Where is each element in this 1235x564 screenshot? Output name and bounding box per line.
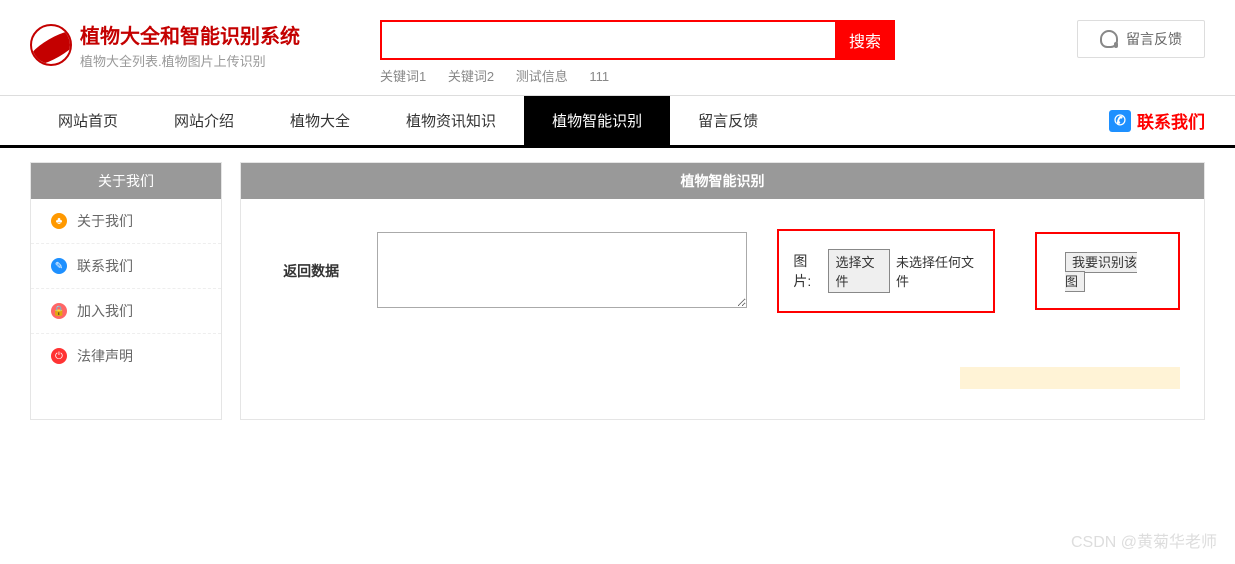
highlight-bar	[960, 367, 1180, 389]
sidebar-item[interactable]: ⏻ 法律声明	[31, 334, 221, 378]
search-input[interactable]	[380, 20, 835, 60]
main-panel: 植物智能识别 返回数据 图片: 选择文件 未选择任何文件 我要识别该图	[240, 162, 1205, 420]
search-button[interactable]: 搜索	[835, 20, 895, 60]
sidebar-item-icon: ✎	[51, 258, 67, 274]
main-nav: 网站首页网站介绍植物大全植物资讯知识植物智能识别留言反馈 ✆ 联系我们	[0, 95, 1235, 148]
keyword-link[interactable]: 关键词2	[448, 69, 494, 84]
nav-item[interactable]: 网站首页	[30, 96, 146, 145]
keyword-link[interactable]: 测试信息	[516, 69, 568, 84]
site-subtitle: 植物大全列表.植物图片上传识别	[80, 51, 300, 70]
sidebar-item-label: 加入我们	[77, 301, 133, 321]
keyword-link[interactable]: 关键词1	[380, 69, 426, 84]
feedback-button[interactable]: 留言反馈	[1077, 20, 1205, 58]
contact-label: 联系我们	[1137, 108, 1205, 133]
sidebar-item-icon: ⏻	[51, 348, 67, 364]
main-header: 植物智能识别	[241, 163, 1204, 199]
sidebar-item-icon: ♣	[51, 213, 67, 229]
recognize-button[interactable]: 我要识别该图	[1065, 252, 1137, 292]
watermark-text: CSDN @黄菊华老师	[1071, 528, 1217, 552]
sidebar-item-icon: 🔒	[51, 303, 67, 319]
sidebar-item-label: 关于我们	[77, 211, 133, 231]
sidebar-item[interactable]: ✎ 联系我们	[31, 244, 221, 289]
keyword-link[interactable]: 111	[589, 69, 609, 84]
no-file-text: 未选择任何文件	[896, 252, 979, 290]
site-title: 植物大全和智能识别系统	[80, 20, 300, 49]
image-label: 图片:	[793, 251, 822, 291]
sidebar: 关于我们 ♣ 关于我们 ✎ 联系我们 🔒 加入我们 ⏻ 法律声明	[30, 162, 222, 420]
recognize-group: 我要识别该图	[1035, 232, 1180, 310]
headset-icon	[1100, 30, 1118, 48]
keyword-row: 关键词1 关键词2 测试信息 111	[380, 66, 895, 85]
phone-icon: ✆	[1109, 110, 1131, 132]
upload-group: 图片: 选择文件 未选择任何文件	[777, 229, 995, 313]
sidebar-item-label: 法律声明	[77, 346, 133, 366]
nav-item[interactable]: 网站介绍	[146, 96, 262, 145]
logo-block: 植物大全和智能识别系统 植物大全列表.植物图片上传识别	[30, 20, 300, 70]
contact-us-link[interactable]: ✆ 联系我们	[1109, 108, 1205, 133]
nav-item[interactable]: 留言反馈	[670, 96, 786, 145]
nav-item[interactable]: 植物智能识别	[524, 96, 670, 145]
sidebar-item[interactable]: 🔒 加入我们	[31, 289, 221, 334]
nav-item[interactable]: 植物大全	[262, 96, 378, 145]
nav-item[interactable]: 植物资讯知识	[378, 96, 524, 145]
sidebar-header: 关于我们	[31, 163, 221, 199]
sidebar-item-label: 联系我们	[77, 256, 133, 276]
logo-icon	[30, 24, 72, 66]
feedback-label: 留言反馈	[1126, 29, 1182, 49]
return-data-textarea[interactable]	[377, 232, 747, 308]
return-data-label: 返回数据	[265, 261, 357, 281]
choose-file-button[interactable]: 选择文件	[828, 249, 889, 293]
sidebar-item[interactable]: ♣ 关于我们	[31, 199, 221, 244]
